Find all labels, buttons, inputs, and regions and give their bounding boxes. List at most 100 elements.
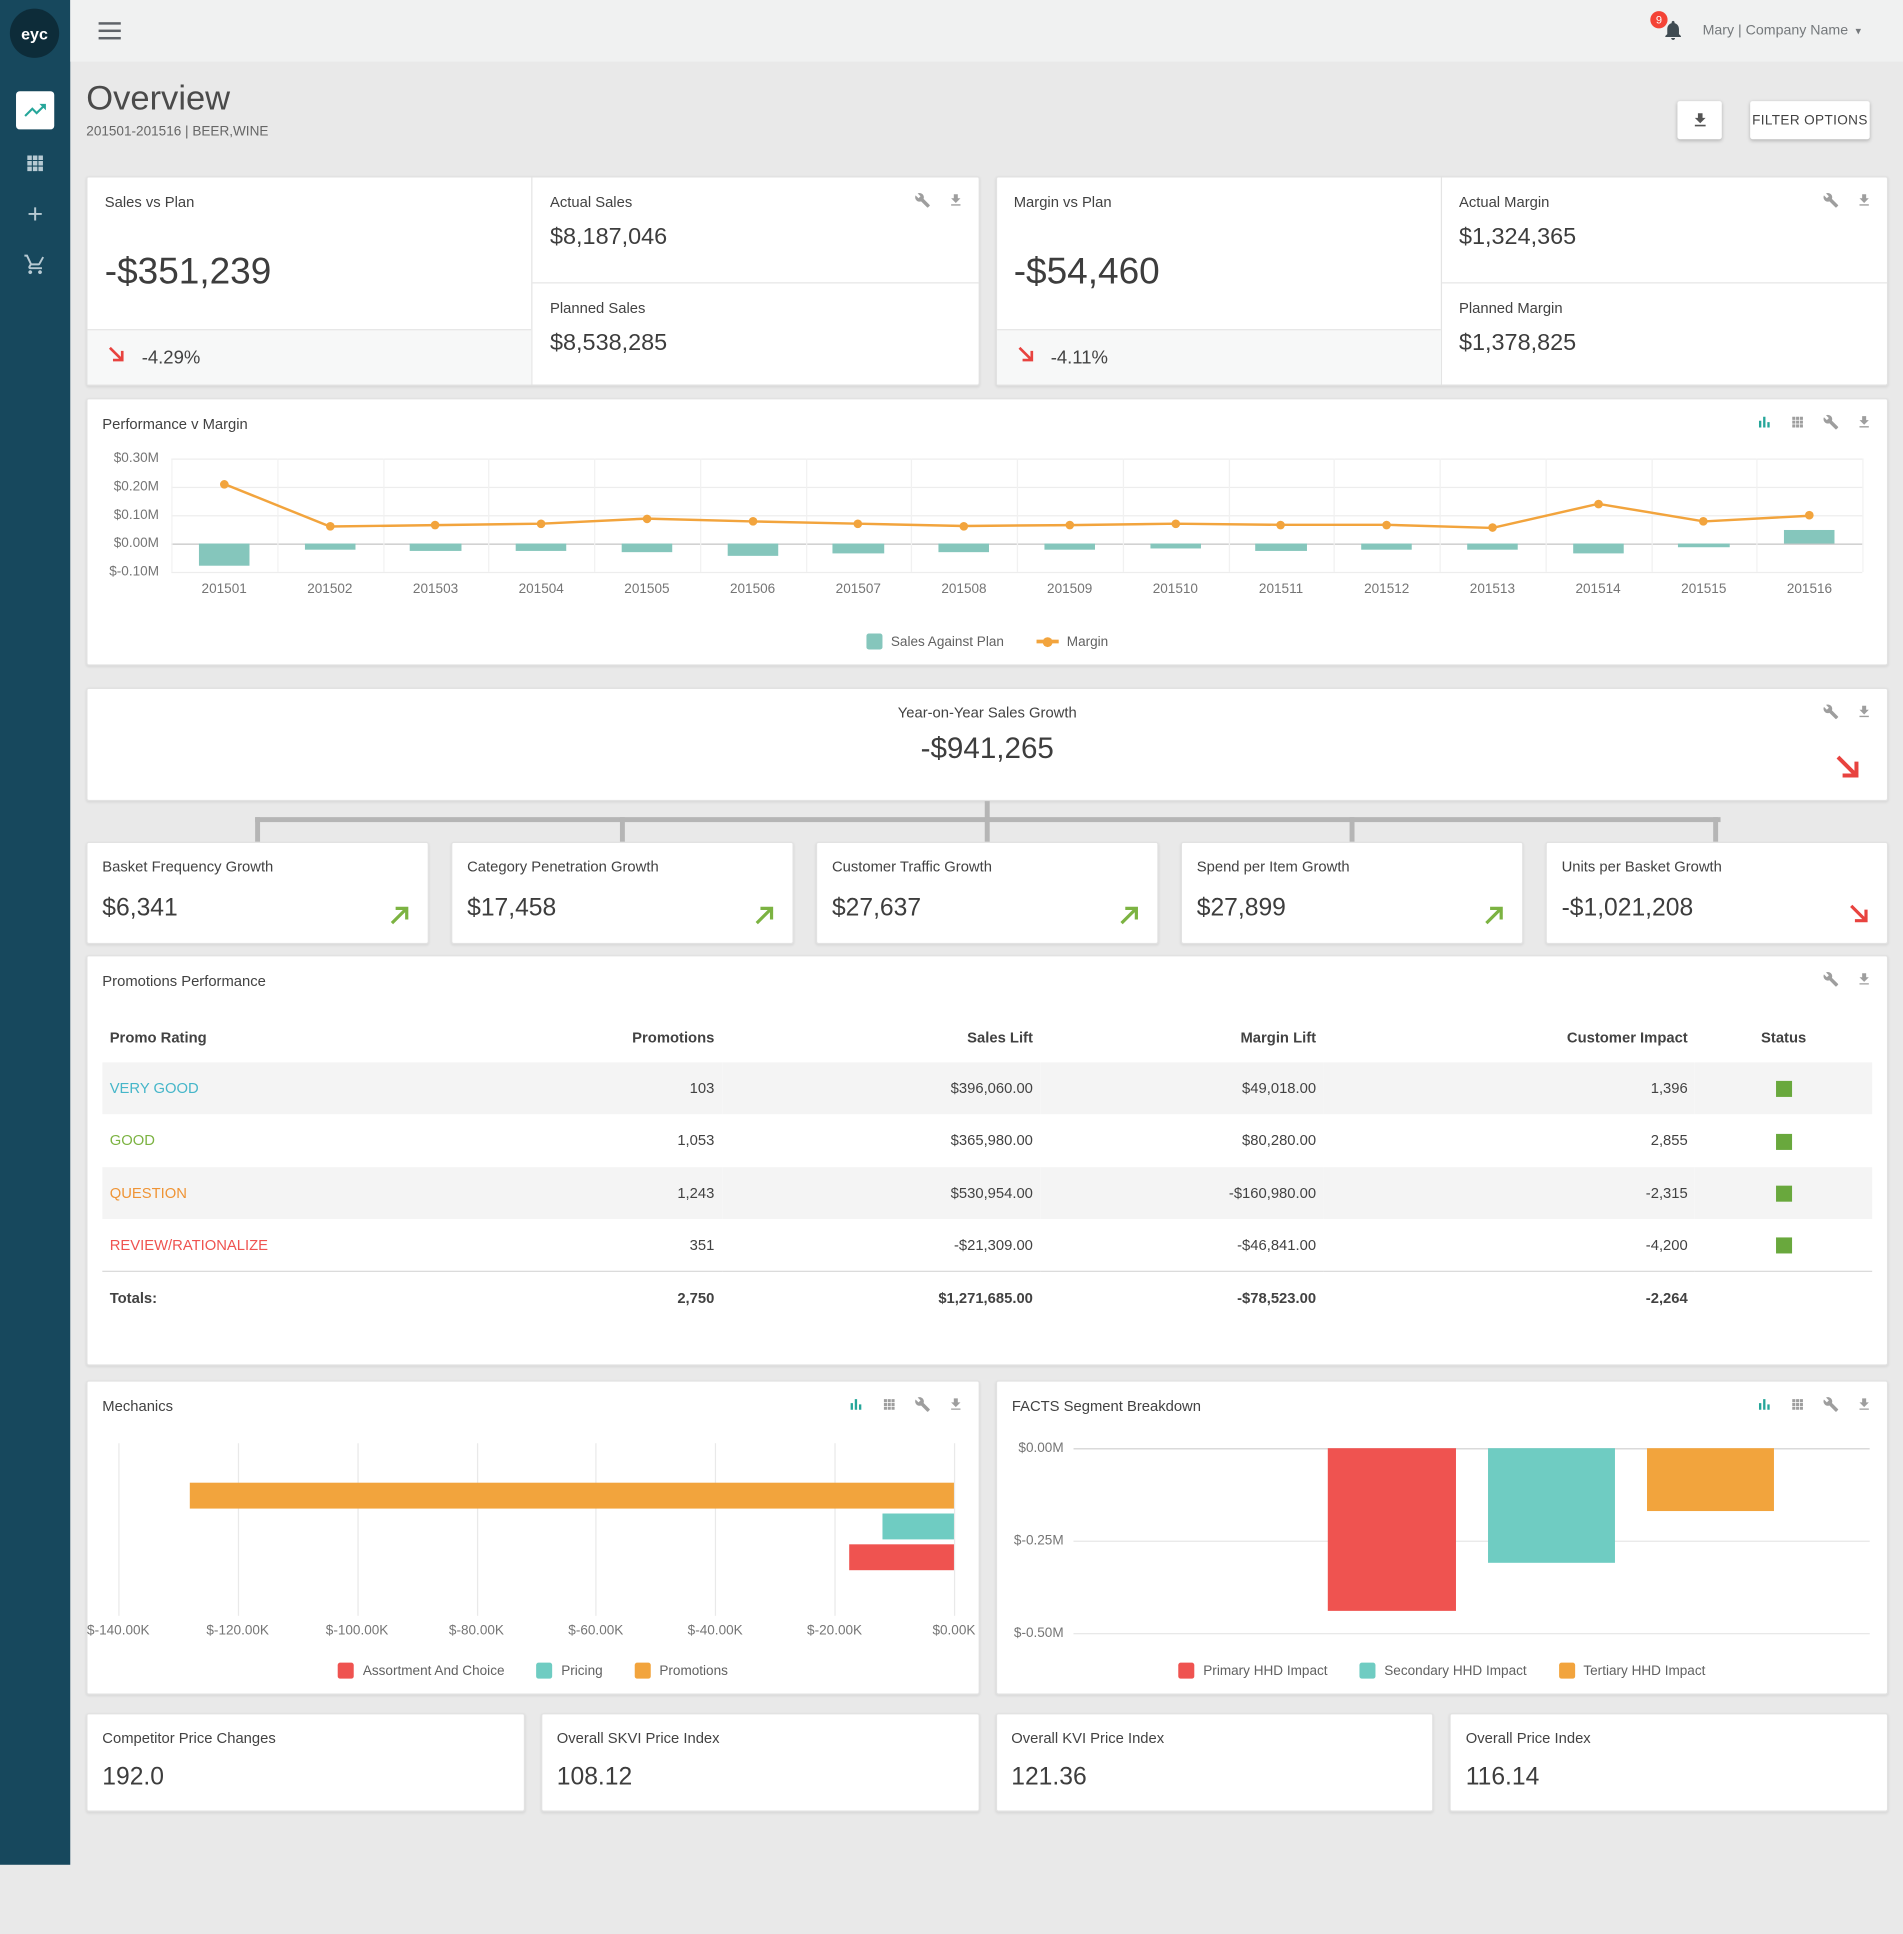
mechanics-bar (190, 1483, 954, 1509)
download-icon[interactable] (948, 1396, 964, 1412)
index-card: Overall SKVI Price Index108.12 (541, 1713, 979, 1812)
promo-cell: $80,280.00 (1040, 1115, 1323, 1167)
actual-margin-value: $1,324,365 (1459, 224, 1576, 251)
mechanics-legend: Assortment And ChoicePricingPromotions (88, 1663, 979, 1679)
table-icon[interactable] (1790, 414, 1806, 430)
promo-column-header: Customer Impact (1323, 1013, 1695, 1062)
index-card-value: 116.14 (1466, 1764, 1540, 1792)
x-axis-label: 201503 (413, 582, 458, 597)
x-axis-label: 201512 (1364, 582, 1409, 597)
connector-line (255, 817, 260, 842)
x-axis-label: 201514 (1575, 582, 1620, 597)
x-axis-label: 201502 (307, 582, 352, 597)
download-icon[interactable] (1856, 414, 1872, 430)
bar-chart-icon[interactable] (1756, 414, 1772, 430)
wrench-icon[interactable] (1823, 414, 1839, 430)
notification-badge: 9 (1650, 11, 1667, 28)
kpi-row: Sales vs Plan -$351,239 -4.29% Actual Sa… (86, 176, 1888, 386)
index-card-title: Overall SKVI Price Index (557, 1729, 720, 1746)
margin-point (960, 522, 969, 531)
filter-options-button[interactable]: FILTER OPTIONS (1750, 101, 1870, 139)
status-indicator (1776, 1133, 1792, 1149)
sidebar: eyc + (0, 0, 70, 1865)
promo-cell: 1,053 (562, 1115, 721, 1167)
app-logo[interactable]: eyc (10, 9, 59, 58)
legend-swatch (338, 1663, 354, 1679)
wrench-icon[interactable] (915, 1396, 931, 1412)
margin-point (326, 522, 335, 531)
planned-sales: Planned Sales $8,538,285 (533, 282, 978, 387)
x-axis-label: 201508 (941, 582, 986, 597)
margin-line (171, 458, 1862, 571)
gridline (596, 1443, 597, 1616)
bar-chart-icon[interactable] (1756, 1396, 1772, 1412)
download-icon (1690, 111, 1708, 129)
download-icon[interactable] (1856, 1396, 1872, 1412)
growth-card: Units per Basket Growth-$1,021,208 (1546, 842, 1889, 944)
growth-card-title: Customer Traffic Growth (832, 858, 992, 875)
kpi-trend-strip: -4.29% (88, 329, 532, 384)
promo-rating-link[interactable]: VERY GOOD (102, 1062, 562, 1114)
trend-up-icon (1480, 900, 1510, 936)
wrench-icon[interactable] (1823, 971, 1839, 987)
chart-title: Mechanics (102, 1398, 173, 1415)
sidebar-item-overview[interactable] (16, 91, 54, 129)
y-axis-label: $-0.50M (1014, 1626, 1064, 1641)
x-axis-label: $-80.00K (449, 1623, 504, 1638)
legend-swatch (1360, 1663, 1376, 1679)
margin-point (1171, 519, 1180, 528)
promo-column-header: Promotions (562, 1013, 721, 1062)
gridline (238, 1443, 239, 1616)
promo-rating-link[interactable]: GOOD (102, 1115, 562, 1167)
promo-status-cell (1695, 1272, 1872, 1324)
download-button[interactable] (1677, 101, 1721, 139)
download-icon[interactable] (1856, 704, 1872, 720)
gridline (1074, 1541, 1870, 1542)
download-icon[interactable] (1856, 971, 1872, 987)
promotions-performance-card: Promotions Performance Promo RatingPromo… (86, 955, 1888, 1365)
user-menu[interactable]: Mary | Company Name ▾ (1703, 0, 1861, 62)
sidebar-item-grid[interactable] (22, 150, 48, 176)
x-axis-label: 201511 (1259, 582, 1303, 597)
growth-card-value: $6,341 (102, 895, 177, 923)
hamburger-menu-icon[interactable] (99, 22, 121, 39)
y-axis-label: $-0.10M (109, 564, 159, 579)
margin-point (1065, 521, 1074, 530)
y-axis-label: $0.30M (114, 451, 159, 466)
promo-column-header: Margin Lift (1040, 1013, 1323, 1062)
page-subtitle: 201501-201516 | BEER,WINE (86, 124, 1888, 139)
actual-sales-value: $8,187,046 (550, 224, 667, 251)
legend-swatch (537, 1663, 553, 1679)
actual-margin: Actual Margin $1,324,365 (1442, 177, 1887, 282)
legend-label: Sales Against Plan (891, 634, 1004, 649)
legend-swatch (1179, 1663, 1195, 1679)
promo-body: VERY GOOD103$396,060.00$49,018.001,396GO… (102, 1062, 1872, 1324)
bar-chart-icon[interactable] (848, 1396, 864, 1412)
x-axis-label: 201509 (1047, 582, 1092, 597)
wrench-icon[interactable] (1823, 1396, 1839, 1412)
wrench-icon[interactable] (1823, 704, 1839, 720)
promo-totals-row: Totals:2,750$1,271,685.00-$78,523.00-2,2… (102, 1272, 1872, 1324)
sales-vs-plan-card: Sales vs Plan -$351,239 -4.29% Actual Sa… (86, 176, 979, 386)
sidebar-item-add[interactable]: + (22, 201, 48, 227)
promo-header-row: Promo RatingPromotionsSales LiftMargin L… (102, 1013, 1872, 1062)
margin-detail: Actual Margin $1,324,365 Planned Margin … (1442, 177, 1887, 384)
promo-rating-link[interactable]: QUESTION (102, 1167, 562, 1219)
gridline (954, 1443, 955, 1616)
kpi-trend-strip: -4.11% (996, 329, 1440, 384)
facts-plot (1074, 1448, 1870, 1633)
connector-line (985, 817, 990, 842)
facts-bar (1488, 1448, 1615, 1563)
table-icon[interactable] (881, 1396, 897, 1412)
notifications-button[interactable]: 9 (1661, 18, 1686, 43)
promo-column-header: Status (1695, 1013, 1872, 1062)
promo-rating-link[interactable]: REVIEW/RATIONALIZE (102, 1219, 562, 1272)
legend-item: Sales Against Plan (866, 634, 1004, 650)
yoy-title: Year-on-Year Sales Growth (88, 689, 1887, 721)
gridline (835, 1443, 836, 1616)
kpi-margin-trend-icon (1014, 342, 1039, 373)
facts-legend: Primary HHD ImpactSecondary HHD ImpactTe… (997, 1663, 1887, 1679)
app-root: eyc + 9 Mary | (0, 0, 1903, 1934)
sidebar-item-cart[interactable] (22, 251, 48, 277)
table-icon[interactable] (1790, 1396, 1806, 1412)
